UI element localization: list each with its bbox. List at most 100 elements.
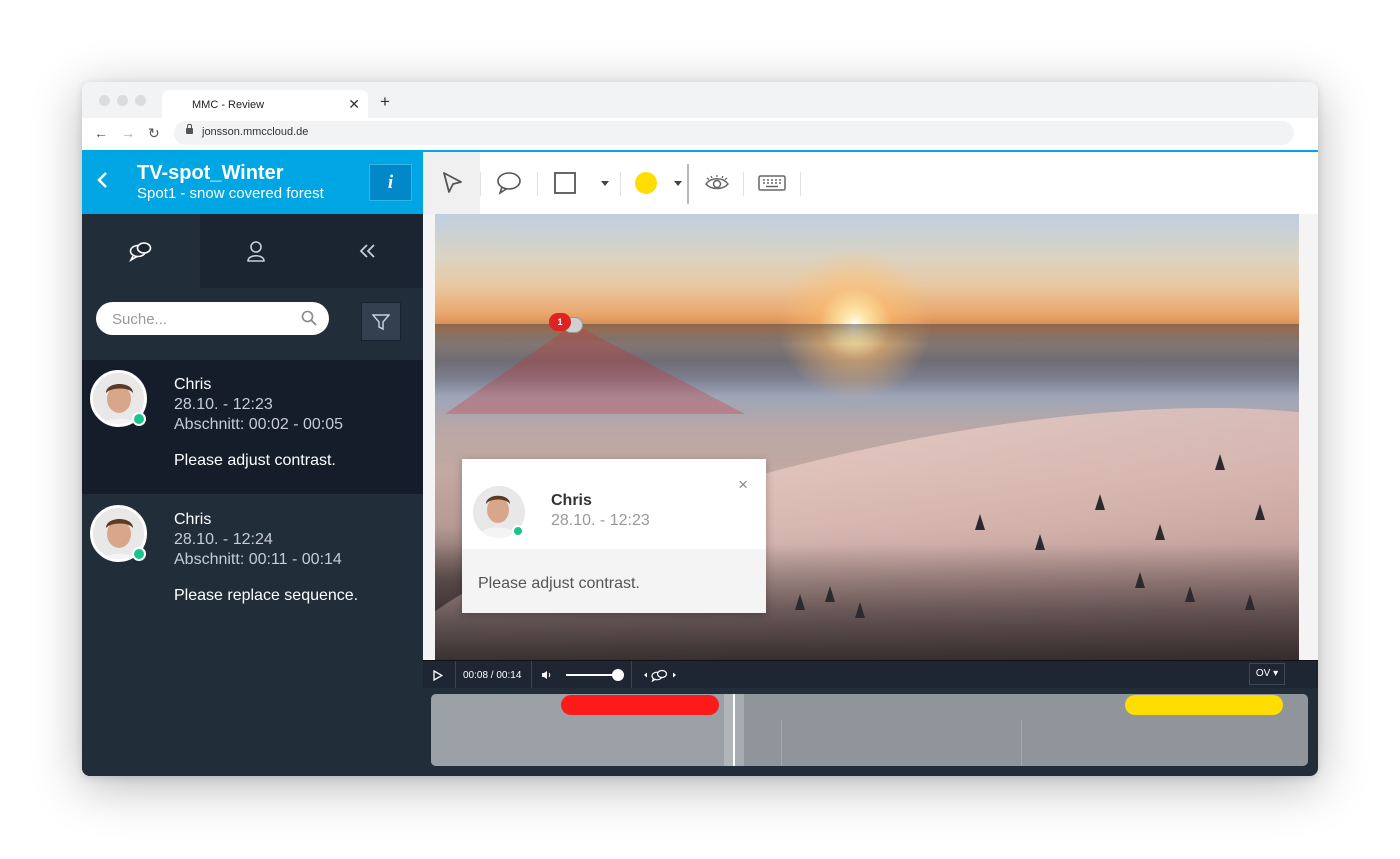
reload-icon[interactable]: ↻ [148,125,160,142]
video-tree [975,514,985,530]
comment-item[interactable]: Chris 28.10. - 12:24 Abschnitt: 00:11 - … [82,495,423,629]
comment-date: 28.10. - 12:23 [174,396,273,413]
forward-arrow-icon[interactable]: → [121,125,135,141]
browser-tab[interactable]: MMC - Review ✕ [162,90,368,120]
tab-comments[interactable] [82,214,200,288]
comments-icon [129,242,152,262]
online-status-dot [512,525,524,537]
tab-users[interactable] [200,214,312,288]
timeline-gridline [781,720,782,766]
volume-slider-handle[interactable] [612,669,624,681]
comment-author: Chris [174,376,212,393]
search-row [82,288,423,360]
timeline-playhead[interactable] [733,694,735,766]
video-tree [795,594,805,610]
keyboard-icon [758,175,786,191]
popup-author: Chris [551,492,592,509]
popup-date: 28.10. - 12:23 [551,512,650,529]
browser-tab-bar: MMC - Review ✕ + [82,82,1318,120]
back-chevron-icon[interactable] [96,170,110,196]
comment-navigation-button[interactable] [643,661,677,689]
comment-range: Abschnitt: 00:02 - 00:05 [174,416,343,433]
speech-bubble-icon [497,172,521,195]
comment-author: Chris [174,511,212,528]
video-tree [1245,594,1255,610]
info-button[interactable]: i [369,164,412,201]
eye-icon [705,175,729,190]
control-divider [531,661,532,689]
close-icon[interactable]: × [738,475,748,495]
annotation-toolbar [423,150,1318,214]
online-status-dot [132,547,146,561]
project-header: TV-spot_Winter Spot1 - snow covered fore… [82,150,423,214]
filter-icon [372,313,390,330]
audio-track-dropdown[interactable]: OV ▾ [1249,663,1285,685]
color-picker-button[interactable] [621,152,671,214]
project-title: TV-spot_Winter [137,162,284,184]
browser-window: MMC - Review ✕ + ← → ↻ jonsson.mmccloud.… [82,82,1318,776]
toolbar-divider [687,164,689,204]
video-tree [1215,454,1225,470]
search-input[interactable] [112,310,292,328]
comment-item[interactable]: Chris 28.10. - 12:23 Abschnitt: 00:02 - … [82,360,423,494]
toolbar-divider [800,172,801,196]
collapse-sidebar-button[interactable] [312,214,423,288]
shape-dropdown-button[interactable] [593,152,617,214]
timeline-area [423,688,1318,776]
project-subtitle: Spot1 - snow covered forest [137,185,324,202]
sidebar-tabs [82,214,423,288]
color-dropdown-button[interactable] [667,152,689,214]
video-tree [855,602,865,618]
comment-range: Abschnitt: 00:11 - 00:14 [174,551,342,568]
time-display: 00:08 / 00:14 [463,669,522,681]
visibility-toggle-button[interactable] [691,152,743,214]
keyboard-shortcuts-button[interactable] [744,152,800,214]
timeline-gridline [1021,720,1022,766]
mute-button[interactable] [541,661,553,689]
url-field[interactable]: jonsson.mmccloud.de [174,121,1294,145]
timeline-comment-segment[interactable] [561,695,720,715]
chevron-down-icon [674,180,682,186]
window-maximize-dot[interactable] [135,95,146,106]
window-close-dot[interactable] [99,95,110,106]
rectangle-tool-button[interactable] [538,152,592,214]
video-tree [1185,586,1195,602]
back-arrow-icon[interactable]: ← [94,125,108,141]
rectangle-icon [554,172,576,194]
volume-slider-track[interactable] [566,674,618,676]
timeline-track[interactable] [431,694,1308,766]
popup-header: Chris 28.10. - 12:23 × [462,459,766,549]
video-tree [1135,572,1145,588]
annotation-count-badge[interactable]: 1 [549,313,571,331]
online-status-dot [132,412,146,426]
tab-close-icon[interactable]: ✕ [348,96,360,113]
video-tree [1255,504,1265,520]
video-frame[interactable]: 1 Chris 28.10. - 12:23 × Please adjust c… [435,214,1299,660]
selected-color-swatch [635,172,657,194]
window-minimize-dot[interactable] [117,95,128,106]
search-box [96,302,329,335]
timeline-comment-segment[interactable] [1125,695,1283,715]
search-icon[interactable] [301,310,317,326]
video-tree [825,586,835,602]
new-tab-button[interactable]: + [380,92,390,112]
video-tree [1035,534,1045,550]
popup-comment-text: Please adjust contrast. [478,575,640,592]
url-text: jonsson.mmccloud.de [202,126,309,138]
play-icon [433,669,443,681]
tab-title: MMC - Review [192,99,265,111]
speaker-icon [542,671,551,679]
comment-text: Please adjust contrast. [174,452,336,469]
control-divider [631,661,632,689]
video-tree [1095,494,1105,510]
lock-icon [186,124,193,134]
filter-button[interactable] [361,302,401,341]
comment-nav-icon [644,669,676,682]
play-button[interactable] [433,661,443,689]
popup-body: Please adjust contrast. [462,549,766,613]
cursor-icon [442,172,462,193]
select-tool-button[interactable] [423,152,480,214]
sidebar: TV-spot_Winter Spot1 - snow covered fore… [82,150,423,776]
video-tree [1155,524,1165,540]
comment-tool-button[interactable] [481,152,537,214]
